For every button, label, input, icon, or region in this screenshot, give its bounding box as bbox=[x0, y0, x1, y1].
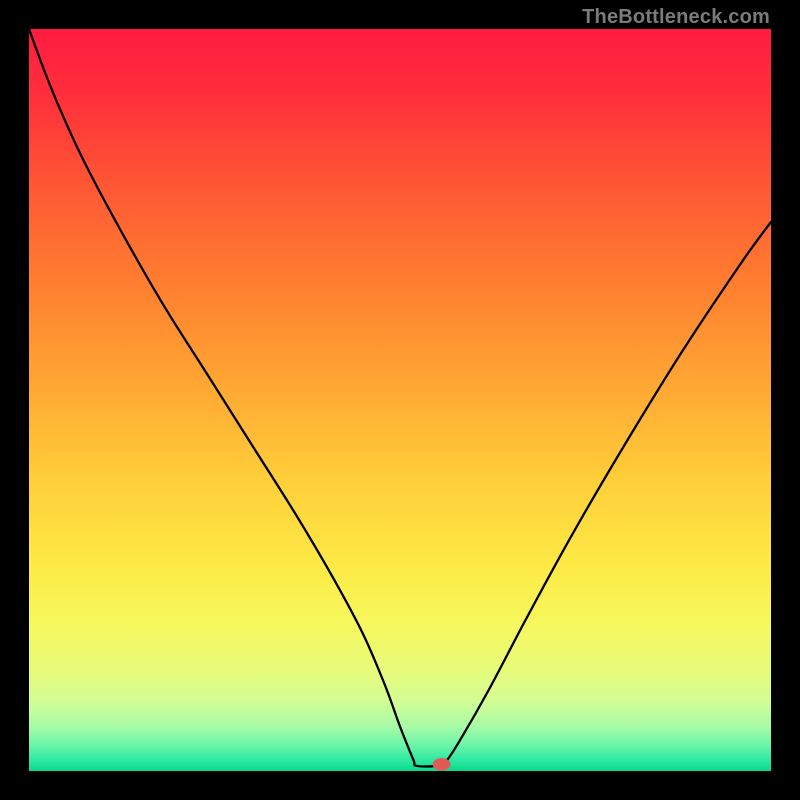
chart-frame: TheBottleneck.com bbox=[0, 0, 800, 800]
chart-svg bbox=[29, 29, 771, 771]
gradient-background bbox=[29, 29, 771, 771]
minimum-marker bbox=[433, 758, 451, 771]
watermark-text: TheBottleneck.com bbox=[582, 6, 770, 29]
plot-area bbox=[29, 29, 771, 771]
